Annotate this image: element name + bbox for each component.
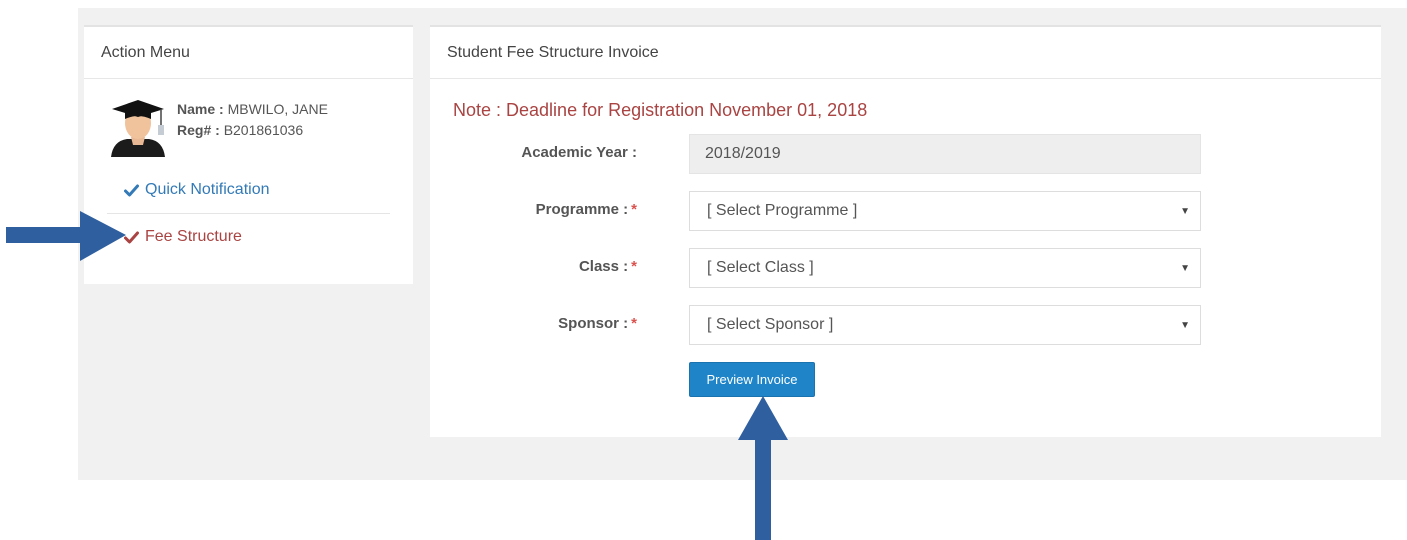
academic-year-label: Academic Year : bbox=[521, 144, 637, 161]
invoice-panel-title: Student Fee Structure Invoice bbox=[430, 25, 1381, 79]
menu-item-fee-structure[interactable]: Fee Structure bbox=[124, 228, 242, 246]
menu-divider bbox=[107, 213, 390, 214]
action-menu-title: Action Menu bbox=[84, 25, 413, 79]
sponsor-label: Sponsor : * bbox=[558, 315, 637, 332]
caret-down-icon: ▼ bbox=[1180, 206, 1190, 217]
check-icon bbox=[124, 231, 139, 243]
programme-select[interactable]: [ Select Programme ] ▼ bbox=[689, 191, 1201, 231]
menu-item-label: Quick Notification bbox=[145, 181, 270, 198]
student-name: Name : MBWILO, JANE bbox=[177, 101, 328, 117]
registration-deadline-note: Note : Deadline for Registration Novembe… bbox=[453, 100, 868, 120]
class-select[interactable]: [ Select Class ] ▼ bbox=[689, 248, 1201, 288]
student-profile: Name : MBWILO, JANE Reg# : B201861036 bbox=[109, 97, 399, 159]
invoice-panel: Student Fee Structure Invoice Note : Dea… bbox=[430, 25, 1381, 437]
academic-year-field: 2018/2019 bbox=[689, 134, 1201, 174]
required-marker: * bbox=[631, 258, 637, 275]
annotation-arrow-right-icon bbox=[6, 211, 126, 261]
menu-item-label: Fee Structure bbox=[145, 228, 242, 245]
student-reg-number: Reg# : B201861036 bbox=[177, 122, 304, 138]
caret-down-icon: ▼ bbox=[1180, 263, 1190, 274]
action-menu-panel: Action Menu Name : MBWILO, JANE Reg# : B… bbox=[84, 25, 413, 284]
caret-down-icon: ▼ bbox=[1180, 320, 1190, 331]
sponsor-select[interactable]: [ Select Sponsor ] ▼ bbox=[689, 305, 1201, 345]
preview-invoice-button[interactable]: Preview Invoice bbox=[689, 362, 815, 397]
class-label: Class : * bbox=[578, 258, 637, 275]
required-marker: * bbox=[631, 201, 637, 218]
student-avatar bbox=[111, 100, 165, 157]
annotation-arrow-up-icon bbox=[738, 396, 788, 540]
programme-label: Programme : * bbox=[535, 201, 637, 218]
menu-item-quick-notification[interactable]: Quick Notification bbox=[124, 181, 270, 199]
check-icon bbox=[124, 184, 139, 196]
required-marker: * bbox=[631, 315, 637, 332]
